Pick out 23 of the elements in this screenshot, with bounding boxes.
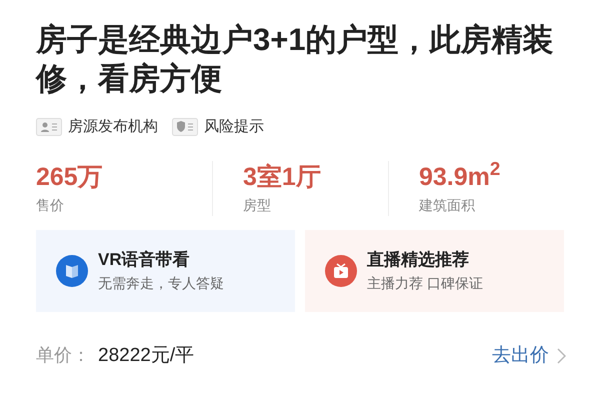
person-badge-icon [36,118,62,136]
stat-value: 265万 [36,162,104,192]
stat-value: 93.9m$^{2}$ [419,160,502,192]
listing-title: 房子是经典边户3+1的户型，此房精装修，看房方便 [36,21,555,98]
feature-card[interactable]: VR语音带看 无需奔走，专人答疑 [36,230,295,312]
unit-price-label: 单价： [36,344,90,368]
stat-label: 售价 [36,196,65,214]
vr-icon [56,254,88,286]
tag-label[interactable]: 房源发布机构 [68,116,158,138]
shield-badge-icon [172,118,198,136]
feature-card[interactable]: 直播精选推荐 主播力荐 口碑保证 [305,230,564,312]
stat-label: 建筑面积 [419,196,476,214]
unit-price-value: 28222元/平 [98,344,194,368]
chevron-right-icon [557,348,566,364]
tag-label[interactable]: 风险提示 [204,116,264,138]
card-subtitle: 无需奔走，专人答疑 [98,274,224,293]
card-title: VR语音带看 [98,249,191,272]
stat-label: 房型 [243,196,272,214]
tv-icon [325,254,357,286]
card-subtitle: 主播力荐 口碑保证 [367,274,483,293]
bid-link[interactable]: 去出价 [492,342,566,370]
stat-value: 3室1厅 [243,162,322,192]
card-title: 直播精选推荐 [367,249,470,272]
